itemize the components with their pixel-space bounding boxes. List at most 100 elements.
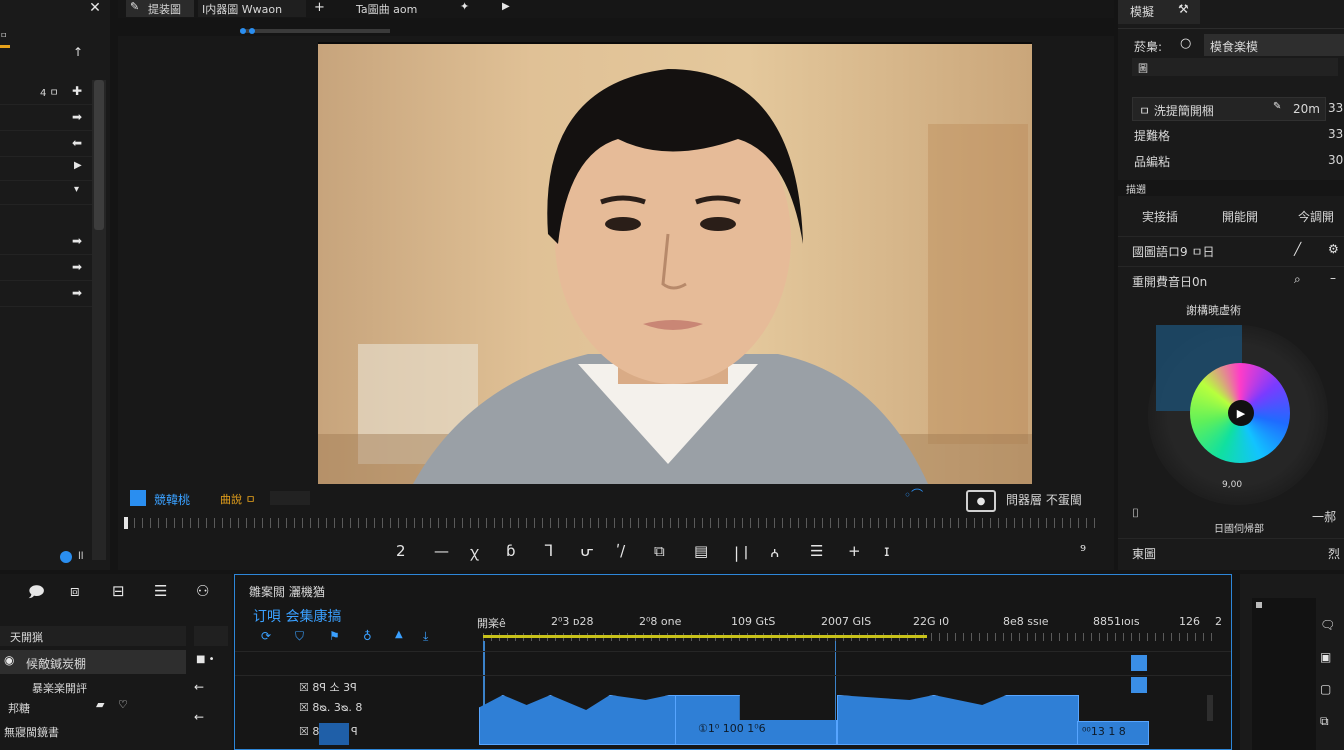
tab-col1[interactable]: 実接插 [1142,208,1178,225]
scrollbar-thumb[interactable] [94,80,104,230]
tab-inspector[interactable]: 模擬 ⚒ [1118,0,1200,24]
timeline-subtitle: 订唄 会集康搞 [253,609,342,625]
audio-clip[interactable]: ⁰⁰13 1 8 [1077,721,1149,745]
close-icon[interactable]: ✕ [86,0,104,16]
settings-icon[interactable]: ⚙ [1328,242,1339,256]
preview-toolbar-button[interactable]: 2 [396,542,406,560]
add-tab-icon[interactable]: + [314,0,325,15]
plus-icon[interactable]: ✚ [72,84,82,98]
audio-clip[interactable]: ①1⁰ 100 1⁰6 [675,695,837,745]
marker-icon[interactable]: ◦⌒ [904,486,923,503]
list-item[interactable]: ▾ [0,180,92,205]
play-small-icon: ▶ [74,160,82,171]
preview-toolbar-button[interactable]: ᕂ [580,542,594,560]
field1-input[interactable]: 模食楽模 [1204,34,1344,56]
tab-col2[interactable]: 開能開 [1222,208,1258,225]
video-frame[interactable] [318,42,1032,484]
wrench-icon[interactable]: ⚒ [1178,2,1189,16]
monitor-icon[interactable]: ▣ [1320,650,1331,664]
folder-icon[interactable]: ▰ [96,698,104,711]
list-item-2[interactable]: 暴楽楽開評 [32,680,87,696]
split-icon[interactable]: ⧈ [70,582,80,600]
preview-toolbar-button[interactable]: ⁹ [1080,542,1086,560]
play-circle-icon[interactable]: ▶ [1228,400,1254,426]
track-marker-top[interactable] [1131,655,1147,671]
preview-toolbar-button[interactable]: ꭅ [770,542,779,562]
strip-handle[interactable] [1256,602,1262,608]
comment-icon[interactable]: 🗨 [1320,618,1335,632]
timeline-title: 雛案閲 灑機猶 [249,585,325,599]
left-scrollbar[interactable] [92,80,106,560]
camera-icon[interactable]: ● [966,490,996,512]
comment-icon[interactable]: 🗩 [28,582,45,607]
pin-icon[interactable]: ✦ [460,0,469,13]
list-item-4[interactable]: 無寢閩鏡書 [4,724,59,740]
list-item[interactable]: ➡ [0,256,92,281]
scrubber-ruler[interactable] [126,518,1102,528]
list-item[interactable]: ➡ [0,230,92,255]
list-item[interactable]: ➡ [0,106,92,131]
layers-icon[interactable]: ⊟ [112,582,125,600]
arrow-left-icon[interactable]: ← [194,680,204,694]
chat-icon[interactable]: ▢ [1320,682,1331,696]
bl-header-btn[interactable] [194,626,228,646]
preview-toolbar-button[interactable]: ɓ [506,542,516,560]
track-label[interactable]: ☒ 8ꟼ 소 3ꟼ [299,679,357,695]
track-label[interactable]: ☒ 8ᴓ. 3ᴓ. 8 [299,701,362,714]
preview-toolbar-button[interactable]: ⧉ [654,542,665,560]
video-frame-image [318,69,1032,484]
preview-toolbar-button[interactable]: ʹ/ [616,542,625,560]
arrow-left-icon[interactable]: ← [194,710,204,724]
tab-1[interactable]: ✎ 提装圖 [126,0,194,17]
layers-icon[interactable]: ⧉ [1320,714,1329,729]
preview-toolbar-button[interactable]: ꭓ [470,542,478,562]
grid-icon[interactable]: ⚇ [196,582,209,600]
row-c-num: 30 [1328,153,1344,167]
location-icon[interactable]: ♡ [118,698,128,711]
preview-toolbar-button[interactable]: ▤ [694,542,708,560]
status-bar-dark [270,491,310,505]
arrow-up-icon[interactable]: ↑ [70,44,86,60]
preview-toolbar-button[interactable]: ☰ [810,542,823,560]
row-a-box[interactable]: ㅁ 洗提簡開梱 ✎ 20m [1132,97,1326,121]
line1-row[interactable]: 國圖語ロ9 ㅁ日 ╱ ⚙ [1118,236,1344,265]
right-bottom-panel: 🗨 ▣ ▢ ⧉ [1240,574,1344,750]
preview-toolbar-button[interactable]: + [848,542,861,560]
audio-clip[interactable] [837,695,1079,745]
preview-toolbar-button[interactable]: ᒣ [544,542,553,560]
tab-2[interactable]: I内器圖 Wwaon [198,0,306,17]
square-icon[interactable]: ■ • [196,654,215,665]
field2-input[interactable]: 圖 [1132,58,1338,76]
list-item-selected[interactable]: ◉ 候敵鍼炭棚 [0,650,186,674]
track-scrollbar[interactable] [1207,695,1213,721]
triangle-icon[interactable]: ▲ [395,629,403,640]
list-item-3[interactable]: 邦糖 [8,700,30,716]
preview-toolbar-button[interactable]: ɪ [884,542,890,560]
track-selected-cell[interactable] [319,723,349,745]
list-item[interactable]: ⬅ [0,132,92,157]
tab-3[interactable]: Ta圖曲 aom [354,0,440,17]
minus-icon[interactable]: – [1330,271,1336,285]
marker-icon[interactable]: ⛉ [295,629,304,644]
scrubber-handle[interactable] [124,517,128,529]
flag-icon[interactable]: ⚑ [329,629,340,643]
list-item[interactable]: ➡ [0,282,92,307]
circle-icon[interactable]: ○ [1180,36,1191,51]
search-icon[interactable]: ⌕ [1294,272,1301,287]
loop-icon[interactable]: ⟳ [261,629,271,643]
pen-icon[interactable]: ╱ [1294,242,1301,256]
preview-toolbar-button[interactable]: — [434,542,449,560]
bracket-icon[interactable]: ⌷ [1132,506,1139,521]
list-icon[interactable]: ☰ [154,582,167,600]
list-item[interactable]: 4 ㅁ ✚ [0,80,92,105]
line2-row[interactable]: 重開費音日0n ⌕ – [1118,266,1344,295]
preview-left-label: 競韓桃 [154,493,191,507]
list-item[interactable]: ▶ [0,156,92,181]
download-icon[interactable]: ⤓ [423,629,428,644]
tab-col3[interactable]: 今調開 [1298,208,1334,225]
work-area-bar[interactable] [483,635,927,638]
pin-icon[interactable]: ♁ [363,629,372,643]
track-marker-bottom[interactable] [1131,677,1147,693]
preview-toolbar-button[interactable]: |ㅣ [734,542,753,563]
play-icon[interactable]: ▶ [502,1,510,12]
